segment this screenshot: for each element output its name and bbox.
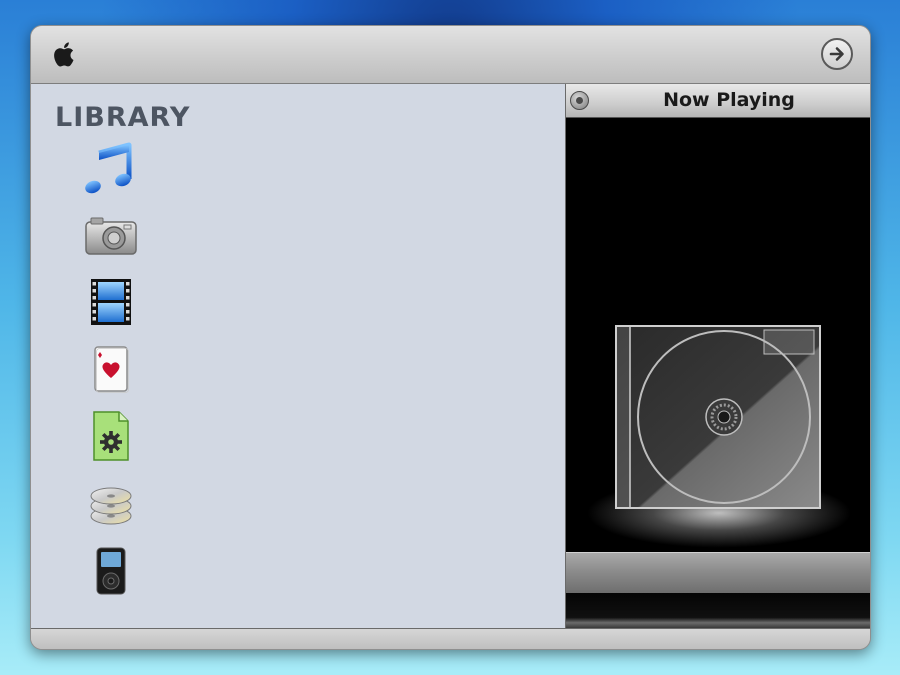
settings-document-icon (93, 411, 129, 461)
library-item-discs[interactable] (81, 474, 141, 534)
library-title: LIBRARY (55, 102, 191, 133)
disc-stack-icon (90, 487, 132, 525)
apple-logo-icon (54, 42, 74, 67)
title-bar (31, 26, 870, 84)
now-playing-title: Now Playing (663, 89, 795, 111)
forward-button[interactable] (821, 38, 853, 70)
now-playing-close-button[interactable] (570, 91, 589, 110)
arrow-right-circle-icon (829, 47, 844, 61)
music-note-icon (85, 142, 132, 194)
now-playing-footer (566, 593, 870, 628)
library-item-photos[interactable] (81, 206, 141, 266)
library-item-ipod[interactable] (81, 542, 141, 602)
library-item-games[interactable] (81, 340, 141, 400)
status-bar (31, 628, 870, 649)
ipod-icon (96, 547, 126, 595)
cd-case-icon (615, 325, 821, 509)
library-item-settings-document[interactable] (81, 406, 141, 466)
playing-card-icon (94, 346, 129, 393)
now-playing-info-bar (566, 552, 870, 593)
album-artwork-area (566, 118, 870, 552)
library-item-movies[interactable] (81, 271, 141, 331)
film-strip-icon (91, 279, 131, 325)
now-playing-pane: Now Playing (566, 84, 870, 628)
now-playing-header: Now Playing (566, 84, 870, 118)
library-item-music[interactable] (81, 139, 141, 199)
library-pane: LIBRARY (31, 84, 566, 628)
camera-icon (85, 217, 137, 255)
media-browser-window: LIBRARY Now Playing (30, 25, 871, 650)
